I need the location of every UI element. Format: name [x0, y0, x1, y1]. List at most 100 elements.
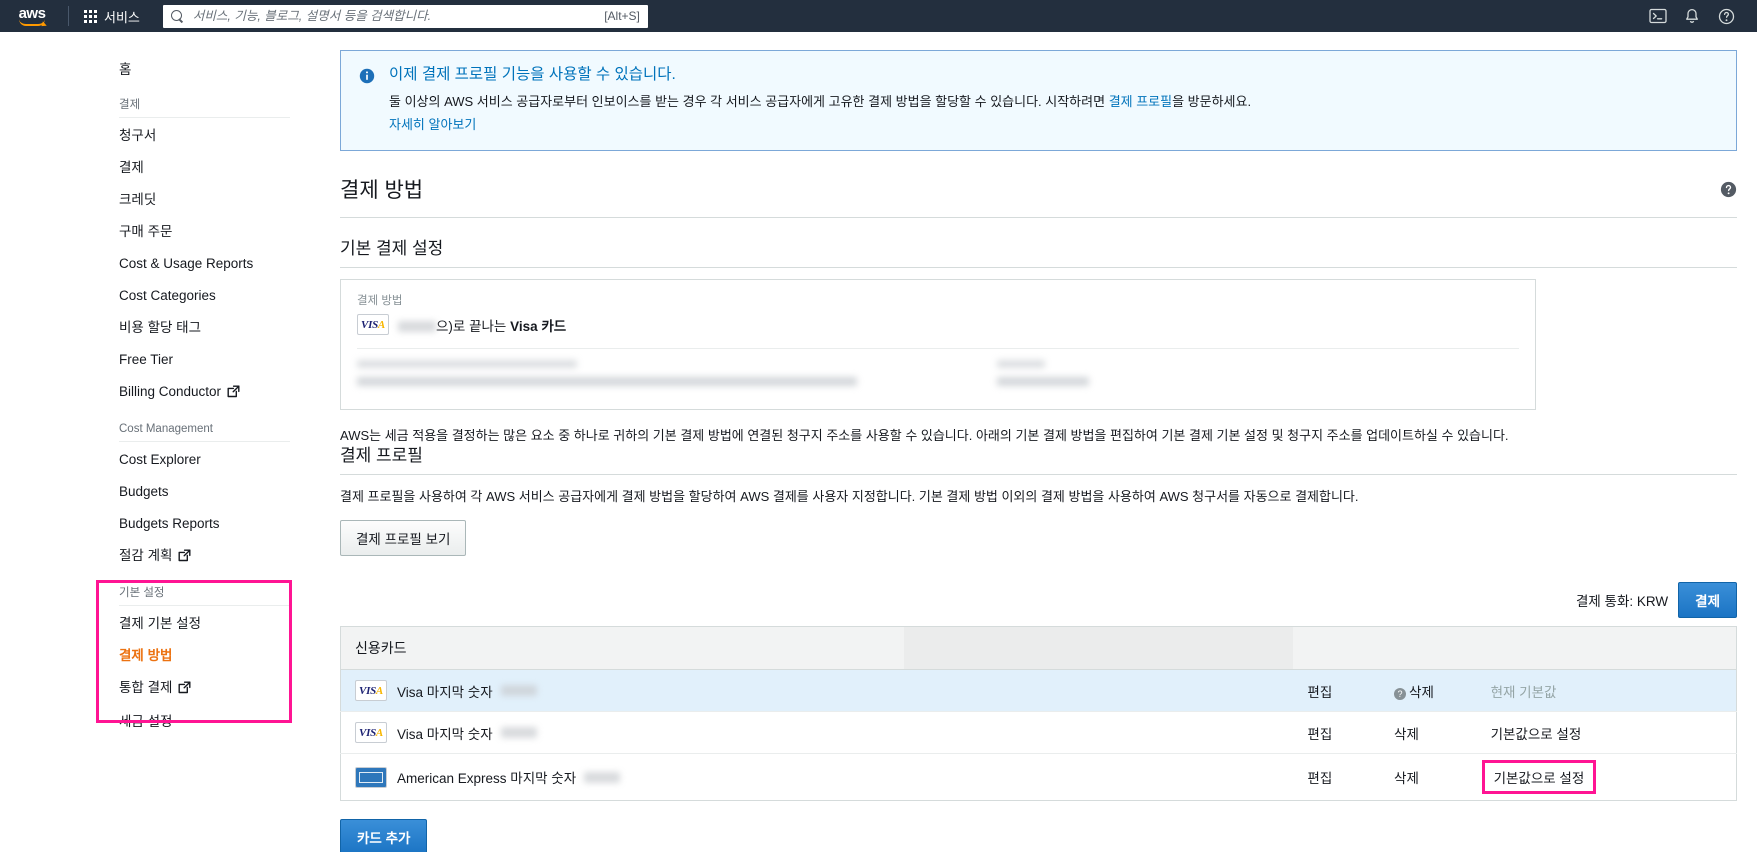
- search-input[interactable]: [190, 8, 599, 24]
- sidebar-item-cost-usage-reports[interactable]: Cost & Usage Reports: [119, 248, 290, 280]
- sidebar-item-savings-plans-label: 절감 계획: [119, 548, 173, 563]
- default-payment-card-text: 으)로 끝나는 Visa 카드: [398, 315, 566, 335]
- delete-link[interactable]: 삭제: [1394, 727, 1419, 742]
- nav-divider: [68, 6, 69, 26]
- cell-card-name: VIS A Visa 마지막 숫자: [340, 711, 904, 754]
- global-search-box[interactable]: [Alt+S]: [162, 4, 648, 28]
- column-header-edit: [1293, 626, 1381, 670]
- card-name-wrapper: VIS A Visa 마지막 숫자: [355, 680, 890, 701]
- table-row[interactable]: VIS A Visa 마지막 숫자 편집 ? 삭제 현재 기본값: [340, 669, 1737, 712]
- card-number-redacted: [500, 685, 537, 696]
- sidebar-item-cost-categories[interactable]: Cost Categories: [119, 280, 290, 312]
- visa-icon: VIS A: [357, 314, 389, 335]
- aws-logo-smile: [19, 19, 45, 26]
- cell-edit[interactable]: 편집: [1293, 669, 1381, 712]
- search-shortcut-hint: [Alt+S]: [604, 9, 640, 23]
- billing-sidebar: 홈 결제 청구서 결제 크레딧 구매 주문 Cost & Usage Repor…: [0, 32, 318, 852]
- card-name-wrapper: VIS A Visa 마지막 숫자: [355, 722, 890, 743]
- card-label: American Express 마지막 숫자: [397, 771, 577, 786]
- currency-and-pay-row: 결제 통화: KRW 결제: [340, 582, 1737, 618]
- set-as-default-link[interactable]: 기본값으로 설정: [1494, 771, 1585, 786]
- cloudshell-icon[interactable]: [1643, 1, 1673, 31]
- cell-expiry: [903, 669, 1158, 712]
- pay-button[interactable]: 결제: [1678, 582, 1737, 618]
- sidebar-item-budgets-reports[interactable]: Budgets Reports: [119, 508, 290, 540]
- banner-billing-profile-link[interactable]: 결제 프로필: [1109, 94, 1172, 109]
- cell-edit[interactable]: 편집: [1293, 711, 1381, 754]
- sidebar-item-cost-allocation-tags[interactable]: 비용 할당 태그: [119, 312, 290, 344]
- sidebar-item-billing-preferences[interactable]: 결제 기본 설정: [119, 608, 290, 640]
- default-payment-method-card: 결제 방법 VIS A 으)로 끝나는 Visa 카드: [340, 279, 1536, 410]
- view-billing-profiles-button[interactable]: 결제 프로필 보기: [340, 520, 467, 556]
- sidebar-item-billing-conductor[interactable]: Billing Conductor: [119, 376, 290, 410]
- cell-delete: ? 삭제: [1380, 669, 1477, 712]
- cell-card-name: VIS A Visa 마지막 숫자: [340, 669, 904, 712]
- billing-profile-info-banner: 이제 결제 프로필 기능을 사용할 수 있습니다. 둘 이상의 AWS 서비스 …: [340, 50, 1737, 151]
- sidebar-item-purchase-orders[interactable]: 구매 주문: [119, 216, 290, 248]
- cell-set-default[interactable]: 기본값으로 설정: [1476, 711, 1737, 754]
- sidebar-item-budgets[interactable]: Budgets: [119, 476, 290, 508]
- billing-address-label-redacted: [357, 360, 577, 368]
- search-icon: [170, 9, 184, 23]
- cell-edit[interactable]: 편집: [1293, 754, 1380, 801]
- sidebar-item-free-tier[interactable]: Free Tier: [119, 344, 290, 376]
- aws-logo-text: aws: [18, 4, 46, 22]
- set-as-default-link[interactable]: 기본값으로 설정: [1491, 727, 1582, 742]
- sidebar-group-preferences-label: 기본 설정: [119, 574, 290, 606]
- default-payment-field-label: 결제 방법: [357, 295, 403, 307]
- sidebar-item-payment-methods[interactable]: 결제 방법: [119, 640, 290, 672]
- sidebar-item-consolidated-billing-label: 통합 결제: [119, 680, 173, 695]
- cell-card-name: American Express 마지막 숫자: [341, 754, 904, 801]
- sidebar-item-savings-plans[interactable]: 절감 계획: [119, 540, 290, 574]
- billing-address-value-redacted: [357, 377, 857, 386]
- cell-status: [1157, 711, 1294, 754]
- sidebar-item-tax-settings[interactable]: 세금 설정: [119, 706, 290, 738]
- services-menu-label: 서비스: [104, 9, 140, 25]
- amex-icon: [355, 766, 387, 788]
- page-title: 결제 방법: [340, 179, 424, 202]
- table-header-row: 신용카드: [340, 626, 1737, 670]
- question-mark-icon[interactable]: ?: [1394, 687, 1407, 700]
- banner-content: 이제 결제 프로필 기능을 사용할 수 있습니다. 둘 이상의 AWS 서비스 …: [389, 65, 1251, 134]
- edit-link[interactable]: 편집: [1307, 771, 1332, 786]
- sidebar-item-home[interactable]: 홈: [119, 54, 290, 86]
- default-payment-card-suffix: 으)로 끝나는: [436, 318, 511, 334]
- cell-delete[interactable]: 삭제: [1380, 711, 1477, 754]
- add-card-button[interactable]: 카드 추가: [340, 819, 428, 852]
- table-row[interactable]: VIS A Visa 마지막 숫자 편집 삭제 기본값으로 설정: [340, 711, 1737, 754]
- default-payment-card-brand-text: Visa 카드: [510, 318, 567, 334]
- table-body: VIS A Visa 마지막 숫자 편집 ? 삭제 현재 기본값 VIS A V…: [340, 669, 1737, 801]
- set-default-highlight-annotation: 기본값으로 설정: [1481, 760, 1597, 794]
- aws-logo[interactable]: aws: [10, 3, 54, 29]
- sidebar-item-consolidated-billing[interactable]: 통합 결제: [119, 672, 290, 706]
- phone-column: [997, 360, 1397, 395]
- banner-learn-more-link[interactable]: 자세히 알아보기: [389, 117, 476, 132]
- sidebar-item-cost-explorer[interactable]: Cost Explorer: [119, 444, 290, 476]
- edit-link[interactable]: 편집: [1307, 727, 1332, 742]
- cell-delete[interactable]: 삭제: [1380, 754, 1477, 801]
- sidebar-item-invoices[interactable]: 청구서: [119, 120, 290, 152]
- phone-value-redacted: [997, 377, 1089, 386]
- topnav-right-cluster: [1643, 1, 1747, 31]
- banner-body-after: 을 방문하세요.: [1172, 94, 1252, 109]
- page-title-row: 결제 방법: [340, 177, 1737, 218]
- help-circle-icon[interactable]: [1720, 181, 1737, 201]
- sidebar-item-payments[interactable]: 결제: [119, 152, 290, 184]
- table-head: 신용카드: [340, 626, 1737, 670]
- add-card-row: 카드 추가: [340, 819, 1737, 852]
- sidebar-item-credits[interactable]: 크레딧: [119, 184, 290, 216]
- cell-set-default[interactable]: 기본값으로 설정: [1477, 754, 1737, 801]
- cell-status: [1157, 754, 1293, 801]
- services-menu-button[interactable]: 서비스: [75, 2, 149, 31]
- delete-link[interactable]: 삭제: [1394, 771, 1419, 786]
- banner-body: 둘 이상의 AWS 서비스 공급자로부터 인보이스를 받는 경우 각 서비스 공…: [389, 92, 1251, 111]
- external-link-icon: [227, 385, 240, 402]
- delete-link-disabled: 삭제: [1409, 684, 1434, 700]
- default-payment-section-title: 기본 결제 설정: [340, 238, 1737, 268]
- table-row[interactable]: American Express 마지막 숫자 편집 삭제 기본값으로 설정: [341, 754, 1737, 801]
- edit-link[interactable]: 편집: [1307, 685, 1332, 700]
- cell-status: [1157, 669, 1294, 712]
- help-icon[interactable]: [1711, 1, 1741, 31]
- bell-icon[interactable]: [1677, 1, 1707, 31]
- cell-expiry: [903, 711, 1158, 754]
